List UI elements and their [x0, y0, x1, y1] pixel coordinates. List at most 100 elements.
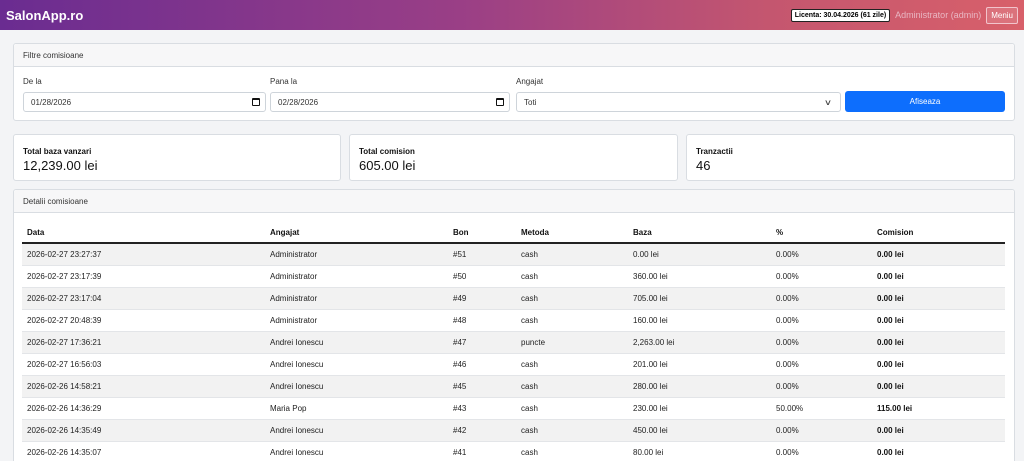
- to-label: Pana la: [270, 77, 298, 86]
- cell-commission: 0.00 lei: [877, 294, 904, 303]
- transactions-card: Tranzactii 46: [686, 134, 1015, 181]
- cell-method: cash: [521, 382, 538, 391]
- cell-date: 2026-02-26 14:36:29: [27, 404, 102, 413]
- cell-employee: Andrei Ionescu: [270, 360, 324, 369]
- transactions-label: Tranzactii: [696, 147, 733, 156]
- cell-commission: 0.00 lei: [877, 338, 904, 347]
- cell-method: cash: [521, 426, 538, 435]
- cell-receipt: #51: [453, 250, 467, 259]
- cell-commission: 0.00 lei: [877, 250, 904, 259]
- total-commission-card: Total comision 605.00 lei: [349, 134, 678, 181]
- cell-percent: 0.00%: [776, 426, 799, 435]
- cell-commission: 0.00 lei: [877, 316, 904, 325]
- table-row: 2026-02-26 14:36:29 Maria Pop #43 cash 230.0…: [22, 398, 1005, 420]
- cell-receipt: #47: [453, 338, 467, 347]
- cell-method: cash: [521, 250, 538, 259]
- cell-commission: 0.00 lei: [877, 272, 904, 281]
- from-label: De la: [23, 77, 42, 86]
- cell-date: 2026-02-27 23:27:37: [27, 250, 102, 259]
- cell-method: cash: [521, 448, 538, 457]
- from-date-input[interactable]: 01/28/2026: [23, 92, 266, 112]
- cell-commission: 115.00 lei: [877, 404, 913, 413]
- cell-base: 230.00 lei: [633, 404, 668, 413]
- to-date-input[interactable]: 02/28/2026: [270, 92, 510, 112]
- calendar-icon[interactable]: [252, 98, 260, 106]
- total-commission-label: Total comision: [359, 147, 415, 156]
- table-row: 2026-02-27 23:27:37 Administrator #51 cash 0…: [22, 244, 1005, 266]
- cell-percent: 0.00%: [776, 360, 799, 369]
- table-row: 2026-02-26 14:35:49 Andrei Ionescu #42 cash…: [22, 420, 1005, 442]
- cell-method: cash: [521, 294, 538, 303]
- cell-percent: 0.00%: [776, 272, 799, 281]
- column-header-percent: %: [776, 228, 784, 237]
- cell-employee: Andrei Ionescu: [270, 448, 324, 457]
- cell-base: 705.00 lei: [633, 294, 668, 303]
- table-body: 2026-02-27 23:27:37 Administrator #51 cash 0…: [22, 244, 1005, 461]
- cell-date: 2026-02-27 20:48:39: [27, 316, 102, 325]
- cell-employee: Administrator: [270, 250, 318, 259]
- cell-percent: 0.00%: [776, 316, 799, 325]
- filters-card: Filtre comisioane De la 01/28/2026 Pana …: [13, 43, 1015, 121]
- cell-commission: 0.00 lei: [877, 382, 904, 391]
- table-row: 2026-02-27 23:17:04 Administrator #49 cash 7…: [22, 288, 1005, 310]
- chevron-down-icon: ∨: [823, 98, 833, 107]
- total-base-value: 12,239.00 lei: [23, 158, 98, 173]
- cell-base: 450.00 lei: [633, 426, 668, 435]
- cell-receipt: #48: [453, 316, 467, 325]
- cell-base: 360.00 lei: [633, 272, 668, 281]
- employee-label: Angajat: [516, 77, 544, 86]
- cell-employee: Andrei Ionescu: [270, 382, 324, 391]
- cell-commission: 0.00 lei: [877, 426, 904, 435]
- employee-selected-value: Toti: [524, 97, 537, 107]
- total-base-label: Total baza vanzari: [23, 147, 92, 156]
- cell-method: cash: [521, 316, 538, 325]
- cell-receipt: #42: [453, 426, 467, 435]
- column-header-employee: Angajat: [270, 228, 300, 237]
- cell-employee: Andrei Ionescu: [270, 338, 324, 347]
- cell-date: 2026-02-26 14:35:49: [27, 426, 102, 435]
- table-row: 2026-02-27 20:48:39 Administrator #48 cash 1…: [22, 310, 1005, 332]
- table-row: 2026-02-27 17:36:21 Andrei Ionescu #47 punc…: [22, 332, 1005, 354]
- cell-receipt: #45: [453, 382, 467, 391]
- table-row: 2026-02-26 14:58:21 Andrei Ionescu #45 cash…: [22, 376, 1005, 398]
- cell-receipt: #43: [453, 404, 467, 413]
- details-title: Detalii comisioane: [14, 190, 1014, 213]
- cell-employee: Administrator: [270, 272, 318, 281]
- cell-method: cash: [521, 404, 538, 413]
- cell-base: 80.00 lei: [633, 448, 664, 457]
- cell-date: 2026-02-27 23:17:39: [27, 272, 102, 281]
- cell-date: 2026-02-27 16:56:03: [27, 360, 102, 369]
- cell-percent: 0.00%: [776, 250, 799, 259]
- to-date-value: 02/28/2026: [278, 97, 319, 107]
- cell-method: cash: [521, 360, 538, 369]
- cell-employee: Administrator: [270, 294, 318, 303]
- cell-date: 2026-02-27 17:36:21: [27, 338, 102, 347]
- cell-method: cash: [521, 272, 538, 281]
- cell-base: 2,263.00 lei: [633, 338, 675, 347]
- top-navbar: SalonApp.ro Licenta: 30.04.2026 (61 zile…: [0, 0, 1024, 30]
- show-button[interactable]: Afiseaza: [845, 91, 1005, 112]
- column-header-method: Metoda: [521, 228, 549, 237]
- column-header-commission: Comision: [877, 228, 914, 237]
- cell-base: 280.00 lei: [633, 382, 668, 391]
- cell-date: 2026-02-27 23:17:04: [27, 294, 102, 303]
- cell-commission: 0.00 lei: [877, 360, 904, 369]
- cell-percent: 0.00%: [776, 382, 799, 391]
- license-badge: Licenta: 30.04.2026 (61 zile): [790, 8, 891, 22]
- cell-receipt: #46: [453, 360, 467, 369]
- cell-percent: 0.00%: [776, 294, 799, 303]
- table-row: 2026-02-26 14:35:07 Andrei Ionescu #41 cash…: [22, 442, 1005, 461]
- cell-percent: 0.00%: [776, 338, 799, 347]
- employee-select[interactable]: Toti ∨: [516, 92, 841, 112]
- from-date-value: 01/28/2026: [31, 97, 72, 107]
- menu-button[interactable]: Meniu: [986, 6, 1018, 24]
- brand-logo[interactable]: SalonApp.ro: [6, 8, 83, 23]
- cell-base: 160.00 lei: [633, 316, 668, 325]
- cell-receipt: #49: [453, 294, 467, 303]
- calendar-icon[interactable]: [496, 98, 504, 106]
- navbar-right: Licenta: 30.04.2026 (61 zile) Administra…: [790, 6, 1018, 24]
- cell-employee: Andrei Ionescu: [270, 426, 324, 435]
- total-commission-value: 605.00 lei: [359, 158, 416, 173]
- column-header-base: Baza: [633, 228, 652, 237]
- column-header-date: Data: [27, 228, 45, 237]
